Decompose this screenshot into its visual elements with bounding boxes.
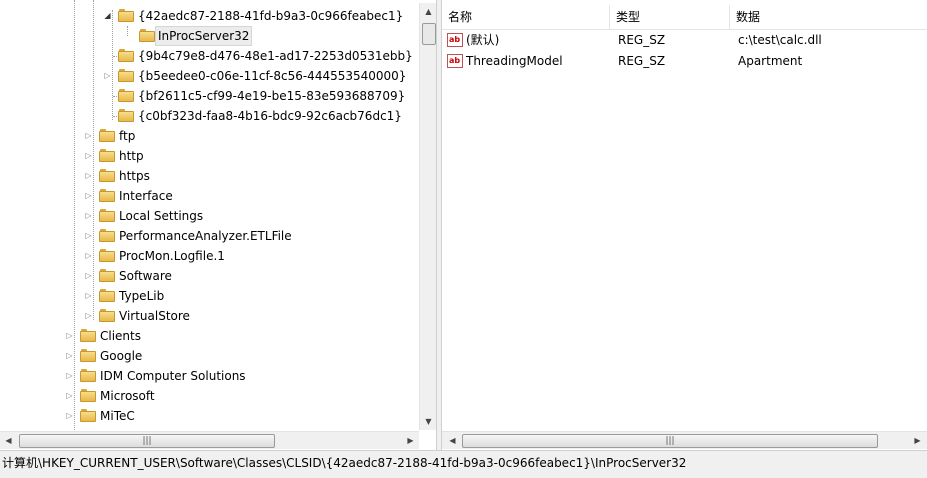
expand-arrow-icon[interactable]: ▷ — [84, 206, 93, 226]
tree-node-label: ftp — [119, 129, 136, 143]
tree-guide — [112, 10, 113, 120]
scroll-left-arrow-icon[interactable]: ◀ — [0, 432, 17, 449]
horizontal-scroll-thumb[interactable]: ||| — [462, 434, 878, 448]
tree-node-label: VirtualStore — [119, 309, 190, 323]
expand-arrow-icon[interactable]: ▷ — [84, 126, 93, 146]
tree-node-label: PerformanceAnalyzer.ETLFile — [119, 229, 292, 243]
registry-tree[interactable]: ◢ {42aedc87-2188-41fd-b9a3-0c966feabec1}… — [0, 0, 436, 450]
tree-vertical-scrollbar[interactable]: ▲ ▼ — [419, 3, 436, 430]
scroll-right-arrow-icon[interactable]: ▶ — [909, 432, 926, 449]
tree-node-label: Google — [100, 349, 143, 363]
column-header-name[interactable]: 名称 — [442, 5, 610, 29]
list-item[interactable]: ab ThreadingModel REG_SZ Apartment — [442, 51, 927, 72]
folder-icon — [99, 169, 115, 182]
folder-icon — [99, 289, 115, 302]
value-data: Apartment — [738, 54, 803, 68]
tree-node-label: TypeLib — [119, 289, 165, 303]
status-path: 计算机\HKEY_CURRENT_USER\Software\Classes\C… — [2, 456, 687, 470]
tree-node-label: Local Settings — [119, 209, 204, 223]
tree-guide — [74, 0, 75, 430]
folder-icon — [80, 369, 96, 382]
scroll-up-arrow-icon[interactable]: ▲ — [420, 3, 436, 20]
string-value-icon: ab — [447, 54, 463, 68]
folder-icon — [99, 149, 115, 162]
tree-node-label: https — [119, 169, 150, 183]
folder-icon — [99, 129, 115, 142]
expand-arrow-icon[interactable]: ▷ — [84, 146, 93, 166]
expand-arrow-icon[interactable]: ▷ — [65, 366, 74, 386]
scroll-right-arrow-icon[interactable]: ▶ — [402, 432, 419, 449]
folder-icon — [80, 329, 96, 342]
expand-arrow-icon[interactable]: ▷ — [84, 246, 93, 266]
folder-icon — [99, 229, 115, 242]
tree-node-label: {42aedc87-2188-41fd-b9a3-0c966feabec1} — [138, 9, 404, 23]
value-data: c:\test\calc.dll — [738, 33, 822, 47]
expand-arrow-icon[interactable]: ▷ — [84, 166, 93, 186]
folder-icon — [80, 409, 96, 422]
tree-node-label: ProcMon.Logfile.1 — [119, 249, 225, 263]
tree-node-label: Microsoft — [100, 389, 155, 403]
scroll-down-arrow-icon[interactable]: ▼ — [420, 413, 436, 430]
status-bar: 计算机\HKEY_CURRENT_USER\Software\Classes\C… — [0, 450, 927, 478]
list-header: 名称 类型 数据 — [442, 5, 927, 30]
folder-icon — [99, 269, 115, 282]
tree-node-label: Clients — [100, 329, 141, 343]
tree-node-label: MiTeC — [100, 409, 135, 423]
folder-icon — [99, 309, 115, 322]
expand-arrow-icon[interactable]: ▷ — [65, 346, 74, 366]
value-name: (默认) — [466, 33, 500, 47]
folder-icon — [99, 189, 115, 202]
tree-node-label: {b5eedee0-c06e-11cf-8c56-444553540000} — [138, 69, 407, 83]
folder-icon — [118, 49, 134, 62]
tree-horizontal-scrollbar[interactable]: ◀ ||| ▶ — [0, 431, 419, 449]
tree-node-label: {9b4c79e8-d476-48e1-ad17-2253d0531ebb} — [138, 49, 413, 63]
scroll-left-arrow-icon[interactable]: ◀ — [444, 432, 461, 449]
scroll-grip-icon: ||| — [142, 436, 152, 446]
tree-guide — [93, 0, 94, 320]
tree-node-label: Software — [119, 269, 172, 283]
folder-icon — [80, 389, 96, 402]
expand-arrow-icon[interactable]: ▷ — [84, 226, 93, 246]
folder-icon — [118, 69, 134, 82]
expand-arrow-icon[interactable]: ▷ — [84, 266, 93, 286]
tree-node-label: InProcServer32 — [155, 26, 253, 46]
list-item[interactable]: ab (默认) REG_SZ c:\test\calc.dll — [442, 30, 927, 51]
tree-node-label: {bf2611c5-cf99-4e19-be15-83e593688709} — [138, 89, 406, 103]
tree-node-label: Interface — [119, 189, 173, 203]
folder-icon — [80, 349, 96, 362]
expand-arrow-icon[interactable]: ▷ — [65, 386, 74, 406]
value-name: ThreadingModel — [466, 54, 563, 68]
column-header-type[interactable]: 类型 — [610, 5, 730, 29]
expand-arrow-icon[interactable]: ▷ — [84, 286, 93, 306]
tree-node-label: {c0bf323d-faa8-4b16-bdc9-92c6acb76dc1} — [138, 109, 402, 123]
folder-icon — [99, 209, 115, 222]
list-horizontal-scrollbar[interactable]: ◀ ||| ▶ — [442, 431, 927, 449]
string-value-icon: ab — [447, 33, 463, 47]
folder-icon — [99, 249, 115, 262]
registry-values-list[interactable]: 名称 类型 数据 ab (默认) REG_SZ c:\test\calc.dll… — [442, 0, 927, 450]
scroll-grip-icon: ||| — [665, 436, 675, 446]
horizontal-scroll-thumb[interactable]: ||| — [19, 434, 275, 448]
tree-node-label: http — [119, 149, 144, 163]
tree-node-label: IDM Computer Solutions — [100, 369, 246, 383]
folder-open-icon — [118, 9, 134, 22]
expand-arrow-icon[interactable]: ▷ — [84, 306, 93, 326]
folder-icon — [118, 109, 134, 122]
column-header-data[interactable]: 数据 — [730, 5, 927, 29]
expand-arrow-icon[interactable]: ▷ — [84, 186, 93, 206]
value-type: REG_SZ — [618, 54, 666, 68]
folder-icon — [118, 89, 134, 102]
collapse-arrow-icon[interactable]: ◢ — [103, 6, 112, 26]
expand-arrow-icon[interactable]: ▷ — [65, 326, 74, 346]
expand-arrow-icon[interactable]: ▷ — [65, 406, 74, 426]
tree-guide — [127, 26, 128, 36]
vertical-scroll-thumb[interactable] — [422, 23, 436, 45]
expand-arrow-icon[interactable]: ▷ — [103, 66, 112, 86]
value-type: REG_SZ — [618, 33, 666, 47]
folder-icon — [139, 29, 155, 42]
